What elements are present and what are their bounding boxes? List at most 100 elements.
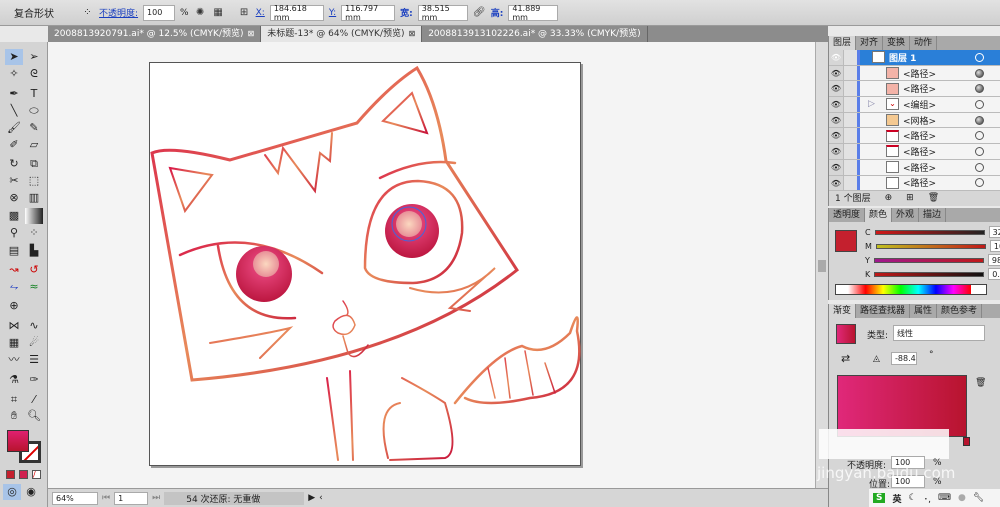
first-page-icon[interactable]: ⏮ [102, 493, 110, 503]
angle-input[interactable]: -88.4 [891, 352, 917, 365]
align-icon[interactable]: ▦ [212, 6, 225, 19]
free-transform-icon[interactable]: ⬚ [25, 173, 43, 189]
shape-builder-icon[interactable]: ⊗ [5, 190, 23, 206]
custom-red-curve-icon[interactable]: ↺ [25, 262, 43, 278]
grid-icon[interactable]: ▦ [5, 335, 23, 351]
vertical-scrollbar[interactable] [815, 42, 828, 488]
opacity-label[interactable]: 不透明度: [99, 6, 138, 19]
draw-mode-icon[interactable]: ◎ [3, 484, 21, 500]
y-input[interactable]: 116.797 mm [341, 4, 396, 22]
new-layer-icon[interactable]: ⊞ [906, 193, 914, 203]
link-icon[interactable]: 🔗︎ [473, 6, 486, 19]
eye-icon[interactable]: 👁︎ [829, 175, 843, 191]
pencil-tool-icon[interactable]: ✎ [25, 120, 43, 136]
target-icon[interactable] [975, 115, 984, 125]
scale-tool-icon[interactable]: ⧉ [25, 156, 43, 172]
puppet-icon[interactable]: ☄ [25, 335, 43, 351]
lock-toggle[interactable] [843, 97, 857, 112]
lock-toggle[interactable] [843, 50, 857, 65]
knife-icon[interactable]: ⁄ [25, 392, 43, 408]
lock-toggle[interactable] [843, 144, 857, 159]
lock-toggle[interactable] [843, 175, 857, 191]
lock-toggle[interactable] [843, 128, 857, 144]
slice-select-icon[interactable]: ✑ [25, 372, 43, 388]
height-input[interactable]: 41.889 mm [508, 4, 559, 22]
eye-icon[interactable]: 👁︎ [829, 128, 843, 144]
width-input[interactable]: 38.515 mm [417, 4, 468, 22]
layer-row[interactable]: 👁︎ ▷ ⌄ <编组> [829, 97, 1000, 113]
tab-align[interactable]: 对齐 [856, 36, 884, 50]
close-icon[interactable]: ⊠ [409, 29, 416, 38]
c-slider[interactable] [874, 229, 985, 235]
m-slider[interactable] [875, 243, 986, 249]
none-mode-icon[interactable]: / [32, 470, 41, 479]
target-icon[interactable] [975, 162, 984, 172]
gradient-tool-icon[interactable] [25, 208, 43, 224]
envelope-icon[interactable]: ⋈ [5, 318, 23, 334]
screen-mode-icon[interactable]: ◉ [22, 484, 40, 500]
doc-tab-active[interactable]: 未标题-13* @ 64% (CMYK/预览) ⊠ [261, 26, 423, 42]
gradient-swatch[interactable] [836, 324, 856, 344]
custom-blue-tool-icon[interactable]: ⥊ [5, 279, 23, 295]
eye-icon[interactable]: 👁︎ [829, 81, 843, 97]
graph-tool-icon[interactable]: ▙ [25, 243, 43, 259]
gradient-preview[interactable] [837, 375, 967, 437]
compound-shape-icon[interactable]: ⁘ [81, 6, 94, 19]
path-icon[interactable]: 〰 [5, 352, 23, 368]
eye-icon[interactable]: 👁︎ [829, 97, 843, 112]
user-icon[interactable]: ● [958, 493, 966, 503]
zoom-tool-icon[interactable]: 🔍︎ [25, 408, 43, 424]
expand-icon[interactable]: ▷ [868, 99, 886, 109]
blob-brush-icon[interactable]: ✐ [5, 137, 23, 153]
target-icon[interactable] [975, 84, 984, 94]
eraser-tool-icon[interactable]: ▱ [25, 137, 43, 153]
layer-row[interactable]: 👁︎ <路径> [829, 128, 1000, 145]
artboard[interactable] [149, 62, 581, 466]
ime-language[interactable]: 英 [892, 492, 901, 505]
x-input[interactable]: 184.618 mm [269, 4, 324, 22]
fill-swatch[interactable] [7, 430, 29, 452]
wave-icon[interactable]: ∿ [25, 318, 43, 334]
scroll-left-icon[interactable]: ‹ [319, 493, 323, 503]
fill-color-swatch[interactable] [835, 230, 857, 252]
tab-actions[interactable]: 动作 [910, 36, 938, 50]
target-icon[interactable] [975, 178, 984, 188]
warp-tool-icon[interactable]: ✂ [5, 173, 23, 189]
rotate-tool-icon[interactable]: ↻ [5, 156, 23, 172]
artboard-tool-icon[interactable]: ⌗ [5, 392, 23, 408]
layer-row[interactable]: 👁︎ <路径> [829, 144, 1000, 160]
eyedropper-icon[interactable]: ⚲ [5, 225, 23, 241]
recolor-icon[interactable]: ✺ [194, 6, 207, 19]
page-select[interactable]: 1 [114, 491, 149, 505]
tab-transparency[interactable]: 透明度 [829, 208, 866, 222]
y-label[interactable]: Y: [329, 8, 336, 18]
reverse-gradient-icon[interactable]: ⇄ [841, 352, 850, 365]
gradient-type-select[interactable]: 线性 [893, 325, 985, 341]
eye-icon[interactable]: 👁︎ [829, 112, 843, 128]
magic-wand-icon[interactable]: ✧ [5, 66, 23, 82]
layer-row[interactable]: 👁︎ <网格> [829, 112, 1000, 129]
hand-tool-icon[interactable]: ✋︎ [5, 408, 23, 424]
delete-stop-icon[interactable]: 🗑︎ [975, 378, 986, 388]
eye-icon[interactable]: 👁︎ [829, 65, 843, 81]
mesh-tool-icon[interactable]: ▩ [5, 208, 23, 224]
type-tool-icon[interactable]: T [25, 86, 43, 102]
lock-toggle[interactable] [843, 159, 857, 175]
target-icon[interactable] [975, 52, 984, 62]
eye-icon[interactable]: 👁︎ [829, 144, 843, 159]
tab-gradient[interactable]: 渐变 [829, 304, 857, 318]
custom-green-tool-icon[interactable]: ≈ [25, 279, 43, 295]
eye-icon[interactable]: 👁︎ [829, 50, 843, 65]
layer-row[interactable]: 👁︎ <路径> [829, 65, 1000, 82]
punctuation-icon[interactable]: ･, [924, 492, 931, 505]
close-icon[interactable]: ⊠ [248, 29, 255, 38]
crosshair-tool-icon[interactable]: ⊕ [5, 298, 23, 314]
keyboard-icon[interactable]: ⌨ [938, 493, 951, 503]
k-slider[interactable] [874, 271, 985, 277]
eye-icon[interactable]: 👁︎ [829, 159, 843, 175]
opacity-input[interactable]: 100 [143, 4, 176, 21]
perspective-grid-icon[interactable]: ▥ [25, 190, 43, 206]
moon-icon[interactable]: ☾ [909, 493, 917, 503]
slice-tool-icon[interactable]: ⚗ [5, 372, 23, 388]
tab-color-guide[interactable]: 颜色参考 [937, 304, 983, 318]
